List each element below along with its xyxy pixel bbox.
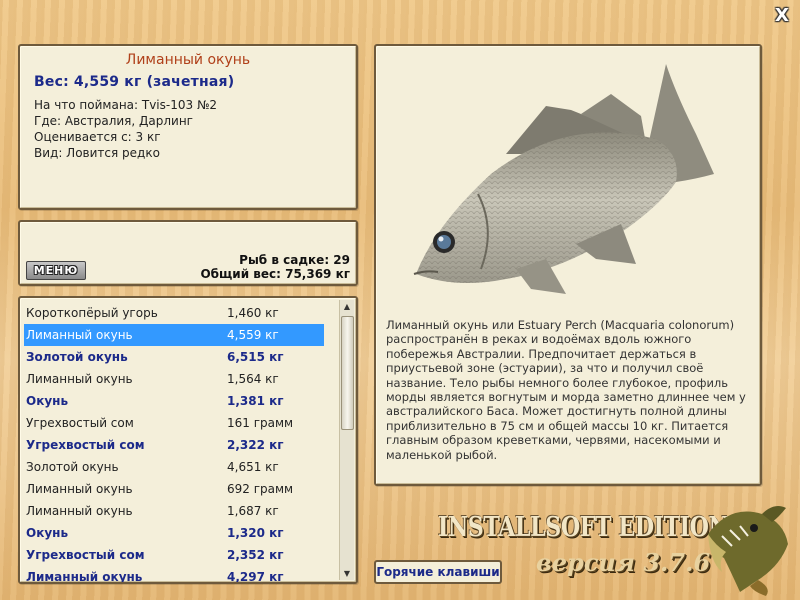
catch-fish-name: Окунь [26, 526, 69, 540]
catch-fish-name: Золотой окунь [26, 460, 119, 474]
catch-list-row[interactable]: Короткопёрый угорь 1,460 кг [24, 302, 324, 324]
catch-fish-weight: 1,564 кг [227, 372, 279, 386]
catch-list-row[interactable]: Золотой окунь 4,651 кг [24, 456, 324, 478]
catch-fish-name: Золотой окунь [26, 350, 128, 364]
catch-fish-name: Лиманный окунь [26, 328, 133, 342]
close-icon[interactable]: X [772, 6, 792, 26]
catch-fish-name: Короткопёрый угорь [26, 306, 158, 320]
catch-list-row[interactable]: Лиманный окунь 1,687 кг [24, 500, 324, 522]
hotkeys-button[interactable]: Горячие клавиши [374, 560, 502, 584]
catch-list-row[interactable]: Угрехвостый сом 2,352 кг [24, 544, 324, 566]
catch-list-row[interactable]: Окунь 1,381 кг [24, 390, 324, 412]
rarity-text: Вид: Ловится редко [34, 146, 160, 160]
catch-list[interactable]: Короткопёрый угорь 1,460 кг Лиманный окунь… [18, 296, 358, 584]
fish-count: Рыб в садке: 29 [239, 253, 350, 267]
catch-fish-weight: 2,352 кг [227, 548, 284, 562]
catch-fish-weight: 692 грамм [227, 482, 294, 496]
scroll-thumb[interactable] [341, 316, 354, 430]
catch-fish-name: Угрехвостый сом [26, 548, 145, 562]
scroll-up-icon[interactable]: ▲ [340, 300, 354, 313]
caught-on-text: На что поймана: Tvis-103 №2 [34, 98, 218, 112]
fish-description: Лиманный окунь или Estuary Perch (Macqua… [386, 318, 746, 462]
catch-fish-name: Лиманный окунь [26, 372, 133, 386]
catch-fish-name: Лиманный окунь [26, 504, 133, 518]
catch-list-row[interactable]: Окунь 1,320 кг [24, 522, 324, 544]
rated-from-text: Оценивается с: 3 кг [34, 130, 161, 144]
catch-list-row[interactable]: Лиманный окунь 4,297 кг [24, 566, 324, 584]
fish-info-panel: Лиманный окунь Вес: 4,559 кг (зачетная) … [18, 44, 358, 210]
estuary-perch-image [413, 64, 714, 294]
catch-fish-weight: 6,515 кг [227, 350, 284, 364]
catch-list-row[interactable]: Угрехвостый сом 161 грамм [24, 412, 324, 434]
catch-list-row[interactable]: Лиманный окунь 4,559 кг [24, 324, 324, 346]
catch-fish-weight: 1,460 кг [227, 306, 279, 320]
catch-fish-name: Окунь [26, 394, 69, 408]
catch-fish-weight: 4,559 кг [227, 328, 279, 342]
catch-fish-weight: 1,381 кг [227, 394, 284, 408]
catch-fish-name: Лиманный окунь [26, 482, 133, 496]
catch-fish-weight: 1,320 кг [227, 526, 284, 540]
catch-fish-weight: 1,687 кг [227, 504, 279, 518]
catch-list-row[interactable]: Лиманный окунь 692 грамм [24, 478, 324, 500]
catch-fish-weight: 161 грамм [227, 416, 294, 430]
fish-weight: Вес: 4,559 кг (зачетная) [34, 74, 235, 90]
edition-title: INSTALLSOFT EDITION [438, 512, 729, 543]
location-text: Где: Австралия, Дарлинг [34, 114, 193, 128]
fish-title: Лиманный окунь [125, 52, 251, 68]
fish-image-panel: Лиманный окунь или Estuary Perch (Macqua… [374, 44, 762, 486]
menu-button[interactable]: МЕНЮ [26, 261, 86, 280]
catch-fish-weight: 4,651 кг [227, 460, 279, 474]
catch-fish-name: Угрехвостый сом [26, 438, 145, 452]
catch-fish-weight: 4,297 кг [227, 570, 284, 584]
scrollbar[interactable]: ▲ ▼ [339, 300, 354, 580]
total-weight: Общий вес: 75,369 кг [200, 267, 350, 281]
catch-list-row[interactable]: Угрехвостый сом 2,322 кг [24, 434, 324, 456]
catch-list-row[interactable]: Лиманный окунь 1,564 кг [24, 368, 324, 390]
pike-logo-icon [708, 506, 788, 596]
stats-panel: МЕНЮ Рыб в садке: 29 Общий вес: 75,369 к… [18, 220, 358, 286]
catch-list-row[interactable]: Золотой окунь 6,515 кг [24, 346, 324, 368]
catch-fish-name: Угрехвостый сом [26, 416, 134, 430]
version-text: версия 3.7.6 [536, 548, 711, 577]
catch-fish-weight: 2,322 кг [227, 438, 284, 452]
scroll-down-icon[interactable]: ▼ [340, 567, 354, 580]
catch-fish-name: Лиманный окунь [26, 570, 143, 584]
